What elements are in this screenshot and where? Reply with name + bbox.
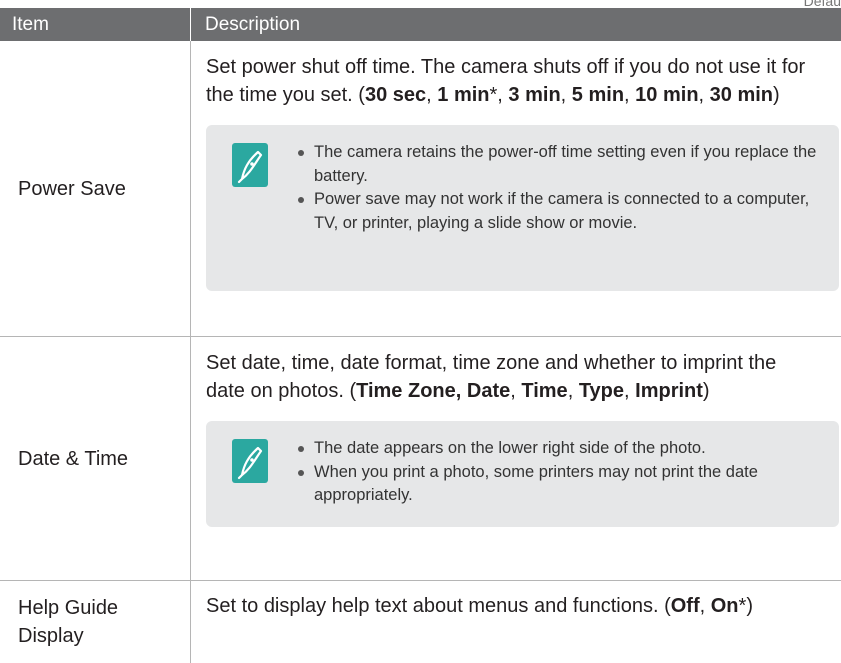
option-value: On <box>710 595 739 617</box>
description-run: , <box>624 84 636 106</box>
note-box: The camera retains the power-off time se… <box>206 125 839 291</box>
description-run: *) <box>738 595 753 617</box>
description-run: ) <box>773 84 780 106</box>
description-run: *, <box>489 84 509 106</box>
option-value: 5 min <box>571 84 625 106</box>
description-run: ) <box>702 380 710 402</box>
option-value: Time <box>521 380 568 402</box>
row-item-line: Display <box>18 625 84 647</box>
description-run: , <box>510 380 522 402</box>
row-item-label: Date & Time <box>0 337 191 580</box>
note-item: The camera retains the power-off time se… <box>296 141 839 188</box>
description-run: , <box>624 380 636 402</box>
note-pen-icon <box>232 439 268 483</box>
header-description: Description <box>205 13 301 35</box>
option-value: 1 min <box>437 84 490 106</box>
option-value: 10 min <box>635 84 699 106</box>
note-item: Power save may not work if the camera is… <box>296 188 839 235</box>
description-run: , <box>567 380 579 402</box>
note-pen-icon <box>232 143 268 187</box>
description-run: , <box>698 84 710 106</box>
table-row: Power Save Set power shut off time. The … <box>0 41 841 337</box>
pen-nib-shape <box>237 446 263 480</box>
settings-table: Item Description Power Save Set power sh… <box>0 8 841 663</box>
note-box: The date appears on the lower right side… <box>206 421 839 527</box>
description-run: , <box>560 84 572 106</box>
option-value: Imprint <box>635 380 703 402</box>
option-value: Off <box>670 595 700 617</box>
table-row: Help Guide Display Set to display help t… <box>0 581 841 663</box>
pen-nib-shape <box>237 150 263 184</box>
row-item-line: Power Save <box>18 177 126 200</box>
option-value: Type <box>578 380 625 402</box>
description-text: Set to display help text about menus and… <box>206 592 841 620</box>
row-item-label: Power Save <box>0 41 191 336</box>
description-run: Set to display help text about menus and… <box>206 595 671 617</box>
option-value: 30 min <box>709 84 774 106</box>
row-description: Set to display help text about menus and… <box>191 581 841 663</box>
note-list: The date appears on the lower right side… <box>268 437 839 517</box>
table-row: Date & Time Set date, time, date format,… <box>0 337 841 581</box>
option-value: Time Zone, Date <box>356 380 511 402</box>
description-run: , <box>426 84 438 106</box>
note-list: The camera retains the power-off time se… <box>268 141 839 281</box>
description-text: Set date, time, date format, time zone a… <box>206 349 841 405</box>
row-item-line: Date & Time <box>18 447 129 470</box>
option-value: 3 min <box>508 84 561 106</box>
description-text: Set power shut off time. The camera shut… <box>206 53 841 109</box>
row-item-label: Help Guide Display <box>0 581 191 663</box>
option-value: 30 sec <box>364 84 427 106</box>
note-item: The date appears on the lower right side… <box>296 437 839 461</box>
row-item-line: Help Guide <box>18 597 119 619</box>
header-item: Item <box>0 8 191 41</box>
row-description: Set date, time, date format, time zone a… <box>191 337 841 580</box>
row-description: Set power shut off time. The camera shut… <box>191 41 841 336</box>
description-run: , <box>699 595 711 617</box>
table-header: Item Description <box>0 8 841 41</box>
note-item: When you print a photo, some printers ma… <box>296 461 839 508</box>
